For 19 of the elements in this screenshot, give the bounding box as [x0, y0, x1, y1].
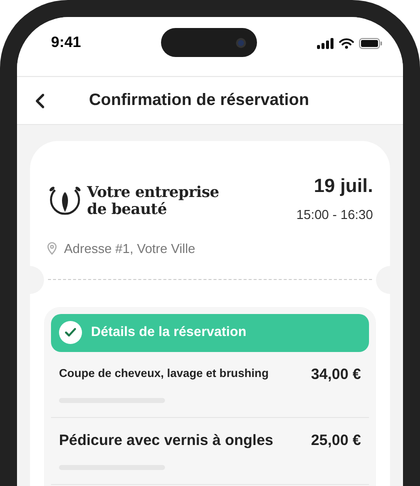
leaf-wreath-logo-icon: [47, 184, 83, 218]
business-name: Votre entreprise: [87, 184, 219, 200]
booking-time: 15:00 - 16:30: [296, 206, 373, 224]
business-name: de beauté: [87, 200, 167, 218]
service-price: 34,00 €: [310, 364, 361, 384]
service-name: Pédicure avec vernis à ongles: [59, 431, 274, 451]
location-pin-icon: [47, 242, 57, 256]
wifi-icon: [339, 38, 354, 49]
signal-icon: [317, 38, 334, 49]
battery-icon: [359, 38, 383, 49]
details-title: Détails de la réservation: [91, 323, 246, 342]
booking-date: 19 juil.: [314, 175, 373, 199]
address-text: Adresse #1, Votre Ville: [64, 240, 196, 258]
service-name: Coupe de cheveux, lavage et brushing: [59, 367, 269, 382]
service-price: 25,00 €: [310, 431, 361, 451]
chevron-left-icon: [35, 92, 45, 108]
page-title: Confirmation de réservation: [89, 90, 310, 112]
status-time: 9:41: [51, 33, 82, 54]
checkmark-icon: [65, 328, 76, 337]
